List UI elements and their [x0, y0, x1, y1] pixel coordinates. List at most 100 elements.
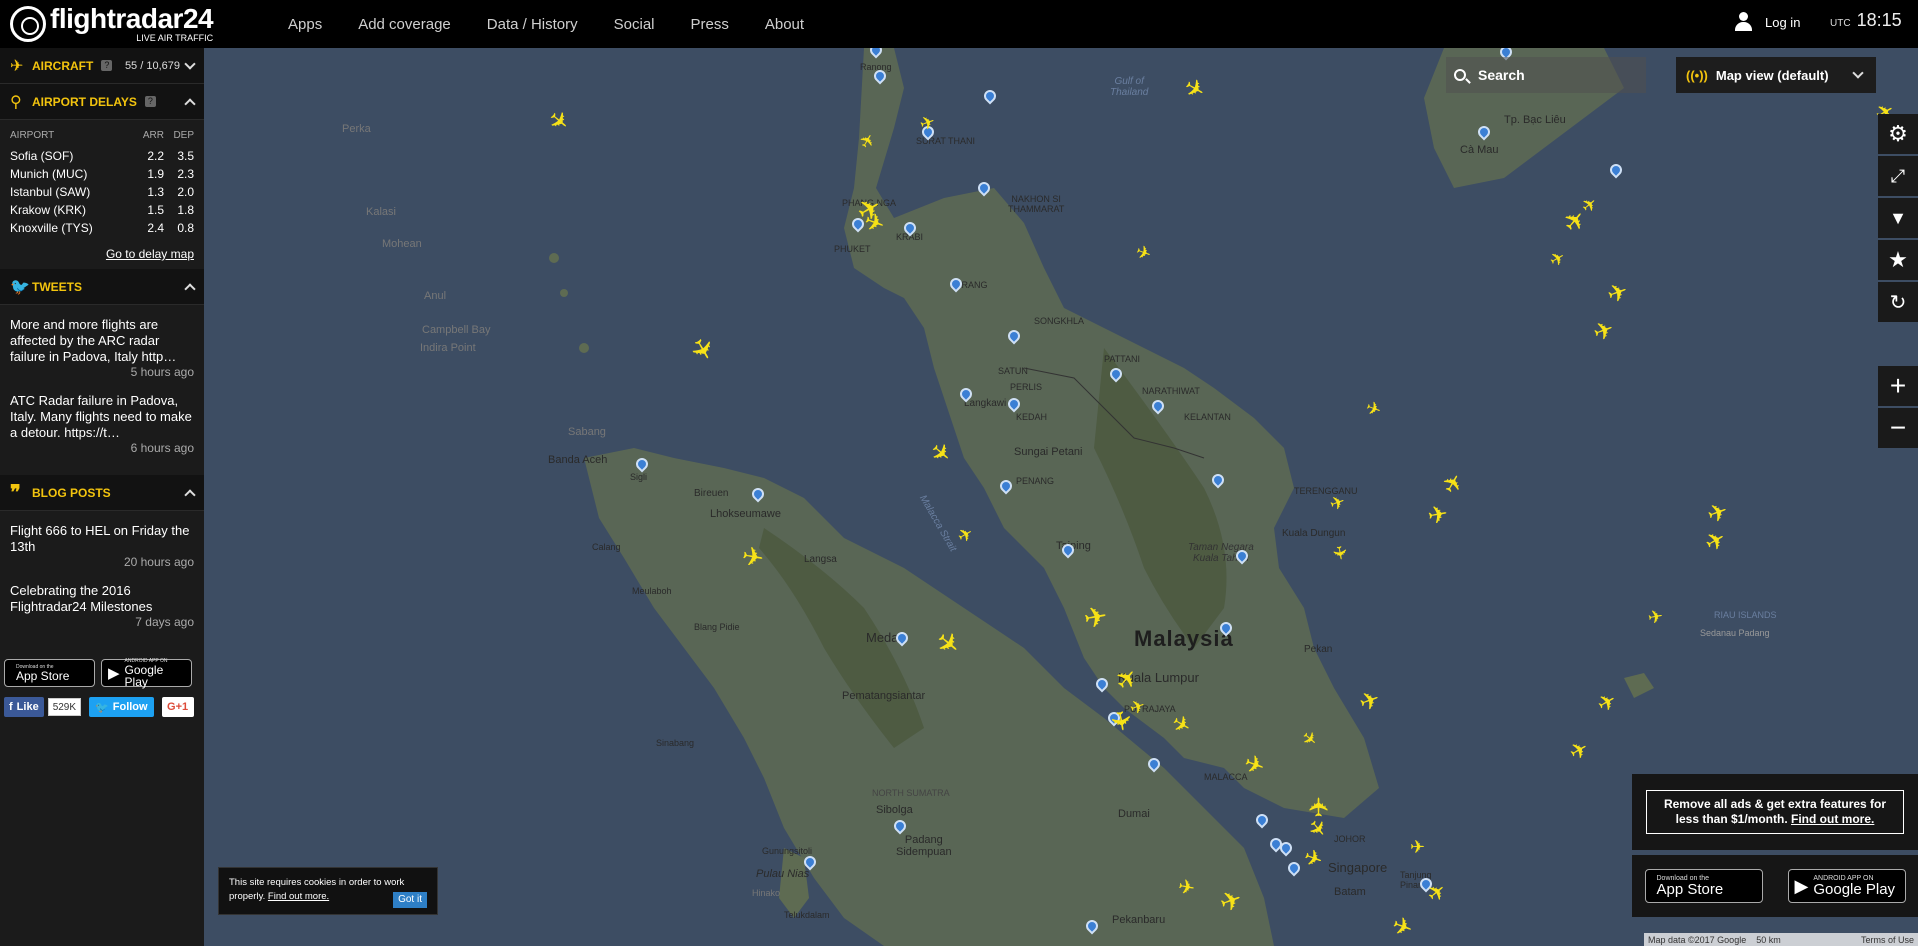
tweets-header[interactable]: 🐦 TWEETS	[0, 269, 204, 305]
zoom-in-button[interactable]: +	[1878, 366, 1918, 406]
airport-delays-panel: AIRPORT ARR DEP Sofia (SOF) 2.2 3.5 Muni…	[0, 120, 204, 269]
map-label-padang-sidempuan: Padang Sidempuan	[896, 834, 952, 858]
map-label-sigli: Sigli	[630, 472, 648, 482]
cookie-find-out-link[interactable]: Find out more.	[268, 891, 329, 902]
google-play-button[interactable]: ▶ ANDROID APP ON Google Play	[101, 658, 192, 688]
map-label-kalasi: Kalasi	[366, 206, 396, 218]
login-button[interactable]: Log in	[1735, 12, 1800, 32]
chevron-up-icon[interactable]	[184, 97, 196, 110]
nav-data-history[interactable]: Data / History	[487, 16, 578, 33]
map-view-label: Map view (default)	[1715, 67, 1829, 83]
table-row[interactable]: Istanbul (SAW) 1.3 2.0	[10, 183, 194, 201]
aircraft-icon[interactable]: ✈	[1426, 500, 1450, 530]
settings-button[interactable]: ⚙	[1878, 114, 1918, 154]
map-view-dropdown[interactable]: ((•)) Map view (default)	[1676, 57, 1876, 93]
tweets-feed: More and more flights are affected by th…	[0, 305, 204, 475]
playback-button[interactable]: ↻	[1878, 282, 1918, 322]
map-label-songkhla: SONGKHLA	[1034, 316, 1085, 326]
map-label-pulau-nias: Pulau Nias	[756, 868, 810, 880]
facebook-like-button[interactable]: f Like	[4, 697, 44, 717]
arr-delay: 2.2	[147, 149, 164, 163]
blog-title[interactable]: Flight 666 to HEL on Friday the 13th	[10, 523, 194, 555]
chevron-up-icon[interactable]	[184, 282, 196, 295]
utc-clock: UTC 18:15	[1830, 10, 1902, 31]
radar-logo-icon	[10, 6, 46, 42]
user-icon	[1735, 12, 1753, 32]
dep-delay: 2.0	[177, 185, 194, 199]
aircraft-icon[interactable]: ✈	[1176, 876, 1196, 901]
map-search-box[interactable]	[1446, 57, 1646, 93]
table-row[interactable]: Munich (MUC) 1.9 2.3	[10, 165, 194, 183]
app-store-button[interactable]: Download on the App Store	[4, 659, 95, 687]
nav-apps[interactable]: Apps	[288, 16, 322, 33]
favorites-button[interactable]: ★	[1878, 240, 1918, 280]
delay-map-link[interactable]: Go to delay map	[10, 247, 194, 261]
cookie-got-it-button[interactable]: Got it	[393, 892, 427, 908]
map-label-sedanau: Sedanau Padang	[1700, 628, 1770, 638]
nav-press[interactable]: Press	[691, 16, 729, 33]
terms-link[interactable]: Terms of Use	[1861, 935, 1914, 945]
table-row[interactable]: Sofia (SOF) 2.2 3.5	[10, 147, 194, 165]
follow-label: Follow	[112, 701, 148, 713]
promo-box[interactable]: Remove all ads & get extra features for …	[1646, 790, 1904, 834]
fullscreen-button[interactable]: ⤢	[1878, 156, 1918, 196]
tweet-time: 5 hours ago	[130, 365, 194, 379]
nav-add-coverage[interactable]: Add coverage	[358, 16, 451, 33]
app-store-button[interactable]: Download on the App Store	[1644, 869, 1763, 903]
blog-posts-header[interactable]: ❞ BLOG POSTS	[0, 475, 204, 511]
aircraft-icon[interactable]: ✈	[1410, 838, 1425, 856]
list-item[interactable]: Flight 666 to HEL on Friday the 13th 20 …	[10, 523, 194, 569]
map-label-meulaboh: Meulaboh	[632, 586, 672, 596]
remove-ads-promo: Remove all ads & get extra features for …	[1632, 774, 1918, 850]
map-label-kelantan: KELANTAN	[1184, 412, 1231, 422]
map-label-riau-islands: RIAU ISLANDS	[1714, 610, 1777, 620]
aircraft-icon[interactable]: ✈	[1081, 600, 1109, 635]
chevron-up-icon[interactable]	[184, 488, 196, 501]
list-item[interactable]: More and more flights are affected by th…	[10, 317, 194, 379]
map-label-kuala-dungun: Kuala Dungun	[1282, 528, 1346, 539]
aircraft-help-icon[interactable]: ?	[101, 60, 113, 71]
map-label-sinabang: Sinabang	[656, 738, 695, 748]
delays-help-icon[interactable]: ?	[144, 96, 156, 107]
aircraft-icon[interactable]: ✈	[740, 540, 767, 573]
list-item[interactable]: Celebrating the 2016 Flightradar24 Miles…	[10, 583, 194, 629]
search-input[interactable]	[1478, 67, 1628, 83]
chevron-down-icon[interactable]	[184, 57, 196, 70]
filter-button[interactable]: ▼	[1878, 198, 1918, 238]
quote-icon: ❞	[10, 482, 21, 504]
google-play-button[interactable]: ▶ ANDROID APP ON Google Play	[1787, 869, 1906, 903]
aircraft-icon[interactable]: ✈	[1328, 544, 1350, 562]
facebook-icon: f	[9, 701, 13, 713]
zoom-out-button[interactable]: −	[1878, 408, 1918, 448]
app-store-label: App Store	[16, 668, 70, 683]
tweet-text[interactable]: More and more flights are affected by th…	[10, 317, 194, 365]
map-label-pekan: Pekan	[1304, 644, 1333, 655]
table-row[interactable]: Krakow (KRK) 1.5 1.8	[10, 201, 194, 219]
map-copyright: Map data ©2017 Google	[1648, 934, 1747, 945]
nav-about[interactable]: About	[765, 16, 804, 33]
nav-social[interactable]: Social	[614, 16, 655, 33]
map-label-phuket: PHUKET	[834, 244, 871, 254]
list-item[interactable]: ATC Radar failure in Padova, Italy. Many…	[10, 393, 194, 455]
aircraft-header[interactable]: ✈ AIRCRAFT ? 55 / 10,679	[0, 48, 204, 84]
airport-name: Knoxville (TYS)	[10, 221, 93, 235]
tweet-text[interactable]: ATC Radar failure in Padova, Italy. Many…	[10, 393, 194, 441]
main-nav: Apps Add coverage Data / History Social …	[270, 0, 822, 48]
blog-title[interactable]: Celebrating the 2016 Flightradar24 Miles…	[10, 583, 194, 615]
col-dep: DEP	[173, 130, 194, 141]
location-pin-icon: ⚲	[10, 93, 22, 111]
blog-posts-label: BLOG POSTS	[32, 485, 111, 500]
google-plus-button[interactable]: G+1	[161, 697, 194, 717]
filter-icon: ▼	[1889, 207, 1907, 228]
map-label-terengganu: TERENGGANU	[1294, 486, 1358, 496]
table-row[interactable]: Knoxville (TYS) 2.4 0.8	[10, 219, 194, 237]
aircraft-icon[interactable]: ✈	[1646, 606, 1664, 628]
top-bar: flightradar24 LIVE AIR TRAFFIC Apps Add …	[0, 0, 1918, 48]
map-label-blang-pidie: Blang Pidie	[694, 622, 740, 632]
airport-delays-header[interactable]: ⚲ AIRPORT DELAYS ?	[0, 84, 204, 120]
promo-link[interactable]: Find out more.	[1791, 812, 1874, 826]
twitter-follow-button[interactable]: 🐦 Follow	[89, 697, 154, 717]
fullscreen-icon: ⤢	[1890, 165, 1906, 186]
map-label-north-sumatra: NORTH SUMATRA	[872, 788, 950, 798]
logo[interactable]: flightradar24 LIVE AIR TRAFFIC	[10, 3, 214, 45]
